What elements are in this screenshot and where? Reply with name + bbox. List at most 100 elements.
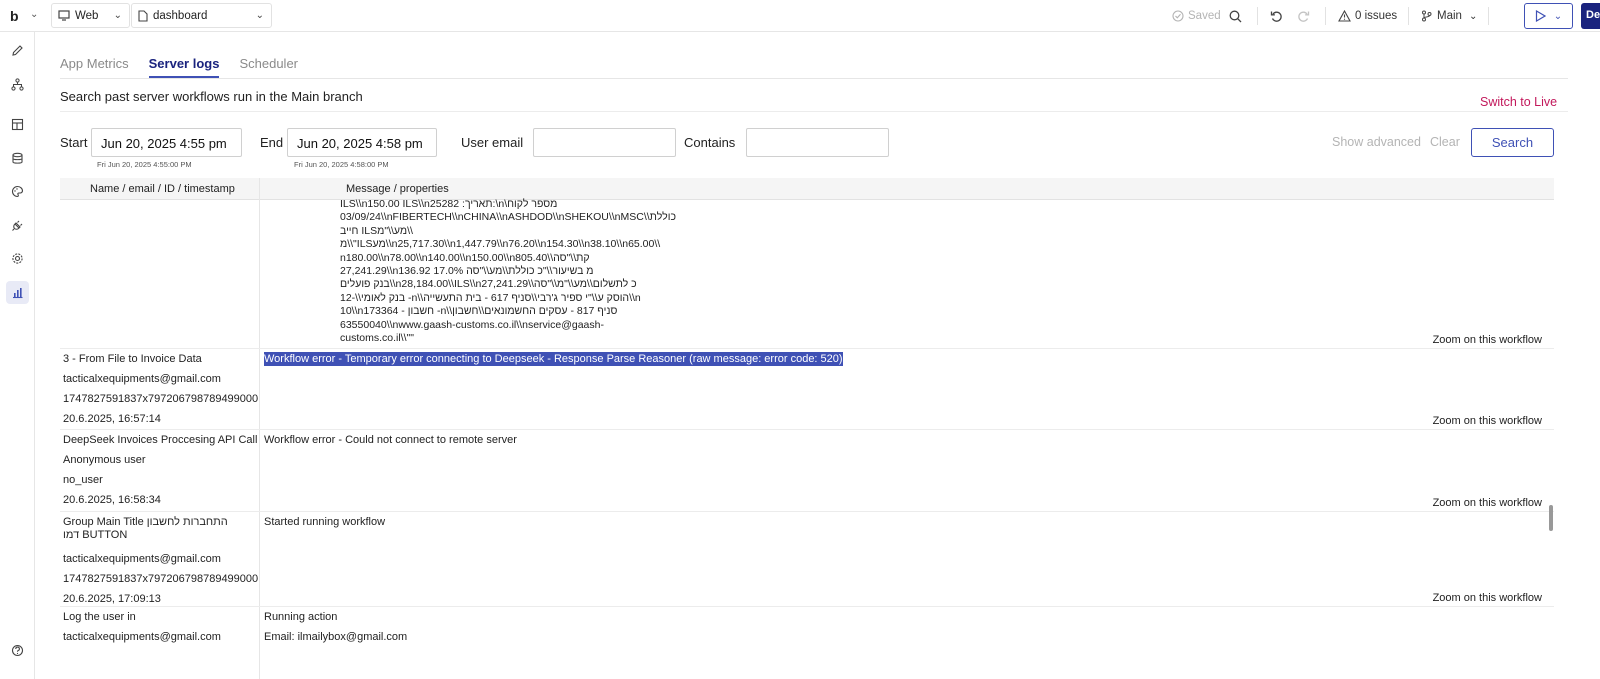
platform-select[interactable]: Web ⌄ <box>51 3 130 28</box>
message-line: 12-\\בנק לאומי -n\\הוסק ע\\"י ספיר ג'רבי… <box>340 291 641 304</box>
divider <box>1325 7 1326 25</box>
switch-to-live-link[interactable]: Switch to Live <box>1480 95 1557 109</box>
zoom-workflow-link[interactable]: Zoom on this workflow <box>1433 415 1542 427</box>
tab-app-metrics[interactable]: App Metrics <box>60 56 129 78</box>
status-message: Started running workflow <box>264 516 386 528</box>
page-select[interactable]: dashboard ⌄ <box>131 3 272 28</box>
workflow-message: Running action Email: ilmailybox@gmail.c… <box>264 607 407 647</box>
status-message: Running action <box>264 611 338 623</box>
chevron-down-icon: ⌄ <box>1468 10 1478 22</box>
palette-icon[interactable] <box>6 180 29 203</box>
table-row[interactable]: Group Main Title התחברות לחשבון דמו BUTT… <box>60 512 1554 607</box>
sitemap-icon[interactable] <box>6 73 29 96</box>
monitor-icon <box>58 10 70 21</box>
error-message[interactable]: Workflow error - Temporary error connect… <box>264 352 843 366</box>
user-email: Anonymous user <box>63 454 146 466</box>
workflow-name: DeepSeek Invoices Proccesing API Call <box>63 434 258 446</box>
deploy-button[interactable]: Deploy <box>1581 3 1600 29</box>
contains-input[interactable] <box>746 128 889 157</box>
divider <box>1257 7 1258 25</box>
play-icon <box>1535 10 1546 22</box>
timestamp: 20.6.2025, 17:09:13 <box>63 593 161 605</box>
check-circle-icon <box>1172 10 1184 22</box>
table-header: Name / email / ID / timestamp Message / … <box>60 178 1554 200</box>
logs-chart-icon[interactable] <box>6 281 29 304</box>
top-bar: b ⌄ Web ⌄ dashboard ⌄ Saved 0 issues Mai… <box>0 0 1600 32</box>
workflow-name: 3 - From File to Invoice Data <box>63 353 202 365</box>
workflow-info: DeepSeek Invoices Proccesing API Call An… <box>63 430 259 510</box>
message-line: 10\\n173364 - חשבון -n\\סניף 817 - עסקים… <box>340 305 618 318</box>
preview-run-button[interactable]: ⌄ <box>1524 3 1573 29</box>
contains-label: Contains <box>684 135 736 150</box>
end-date-full: Fri Jun 20, 2025 4:58:00 PM <box>294 160 389 169</box>
clear-link[interactable]: Clear <box>1430 135 1460 149</box>
show-advanced-link[interactable]: Show advanced <box>1332 135 1421 149</box>
workflow-name: Group Main Title התחברות לחשבון דמו BUTT… <box>63 516 228 541</box>
search-icon[interactable] <box>1229 0 1242 32</box>
gear-icon[interactable] <box>6 247 29 270</box>
branch-select[interactable]: Main ⌄ <box>1421 0 1477 32</box>
page-icon <box>138 9 148 22</box>
chevron-down-icon[interactable]: ⌄ <box>30 9 38 20</box>
redo-icon[interactable] <box>1297 0 1310 32</box>
table-row[interactable]: Log the user in tacticalxequipments@gmai… <box>60 607 1554 679</box>
message-line: 63550040\\nwww.gaash-customs.co.il\\nser… <box>340 318 604 331</box>
warning-icon <box>1338 10 1351 22</box>
chevron-down-icon: ⌄ <box>1553 10 1563 22</box>
branch-label: Main <box>1437 10 1462 22</box>
tab-server-logs[interactable]: Server logs <box>148 56 220 78</box>
pencil-icon[interactable] <box>6 39 29 62</box>
table-row[interactable]: DeepSeek Invoices Proccesing API Call An… <box>60 430 1554 512</box>
message-line: ILS\\n150.00 ILS\\n25282 :תאריך:\n\מספר … <box>340 198 558 210</box>
platform-label: Web <box>75 9 99 22</box>
user-email: tacticalxequipments@gmail.com <box>63 373 221 385</box>
undo-icon[interactable] <box>1270 0 1283 32</box>
scrollbar-thumb[interactable] <box>1549 505 1553 531</box>
workflow-message: Workflow error - Temporary error connect… <box>264 349 843 369</box>
user-email: tacticalxequipments@gmail.com <box>63 631 221 643</box>
message-properties: ILS\\n150.00 ILS\\n25282 :תאריך:\n\מספר … <box>340 198 700 345</box>
left-sidebar <box>0 32 35 679</box>
user-email-input[interactable] <box>533 128 676 157</box>
chevron-down-icon: ⌄ <box>255 10 264 21</box>
user-id: 1747827591837x797206798789499000 <box>63 393 259 405</box>
search-button[interactable]: Search <box>1471 128 1554 157</box>
timestamp: 20.6.2025, 16:57:14 <box>63 413 161 425</box>
issues-label: 0 issues <box>1355 10 1398 22</box>
plugin-icon[interactable] <box>6 214 29 237</box>
user-email: tacticalxequipments@gmail.com <box>63 553 221 565</box>
database-icon[interactable] <box>6 147 29 170</box>
saved-status: Saved <box>1172 0 1221 32</box>
zoom-workflow-link[interactable]: Zoom on this workflow <box>1433 334 1542 346</box>
page-label: dashboard <box>153 9 208 22</box>
workflow-info: Log the user in tacticalxequipments@gmai… <box>63 607 259 647</box>
message-line: 03/09/24\\nFIBERTECH\\nCHINA\\nASHDOD\\n… <box>340 211 676 224</box>
saved-label: Saved <box>1188 10 1221 22</box>
table-row[interactable]: 3 - From File to Invoice Data tacticalxe… <box>60 349 1554 430</box>
end-date-input[interactable]: Jun 20, 2025 4:58 pm <box>287 128 437 157</box>
divider <box>60 111 1568 112</box>
table-row[interactable]: Zoom on this workflow <box>60 200 1554 349</box>
start-label: Start <box>60 135 88 150</box>
error-message: Workflow error - Could not connect to re… <box>264 434 517 446</box>
workflow-message: Workflow error - Could not connect to re… <box>264 430 517 450</box>
issues-button[interactable]: 0 issues <box>1338 0 1397 32</box>
message-line: בנק פועלים\\n28,184.00\\ILS\\n27,241.29\… <box>340 278 637 291</box>
timestamp: 20.6.2025, 16:58:34 <box>63 494 161 506</box>
message-line: מ\\"ILSמע\\n25,717.30\\n1,447.79\\n76.20… <box>340 238 661 251</box>
divider <box>60 78 1568 79</box>
workflow-name: Log the user in <box>63 611 136 623</box>
action-detail: Email: ilmailybox@gmail.com <box>264 631 408 643</box>
help-icon[interactable] <box>6 639 29 662</box>
workflow-info: Group Main Title התחברות לחשבון דמו BUTT… <box>63 516 259 609</box>
tab-scheduler[interactable]: Scheduler <box>239 56 298 78</box>
layout-icon[interactable] <box>6 113 29 136</box>
chevron-down-icon: ⌄ <box>113 10 122 21</box>
app-logo[interactable]: b <box>10 8 19 24</box>
page-description: Search past server workflows run in the … <box>60 89 363 104</box>
zoom-workflow-link[interactable]: Zoom on this workflow <box>1433 497 1542 509</box>
message-line: n180.00\\n78.00\\n140.00\\n150.00\\n805.… <box>340 251 590 264</box>
start-date-input[interactable]: Jun 20, 2025 4:55 pm <box>91 128 242 157</box>
zoom-workflow-link[interactable]: Zoom on this workflow <box>1433 592 1542 604</box>
end-label: End <box>260 135 284 150</box>
